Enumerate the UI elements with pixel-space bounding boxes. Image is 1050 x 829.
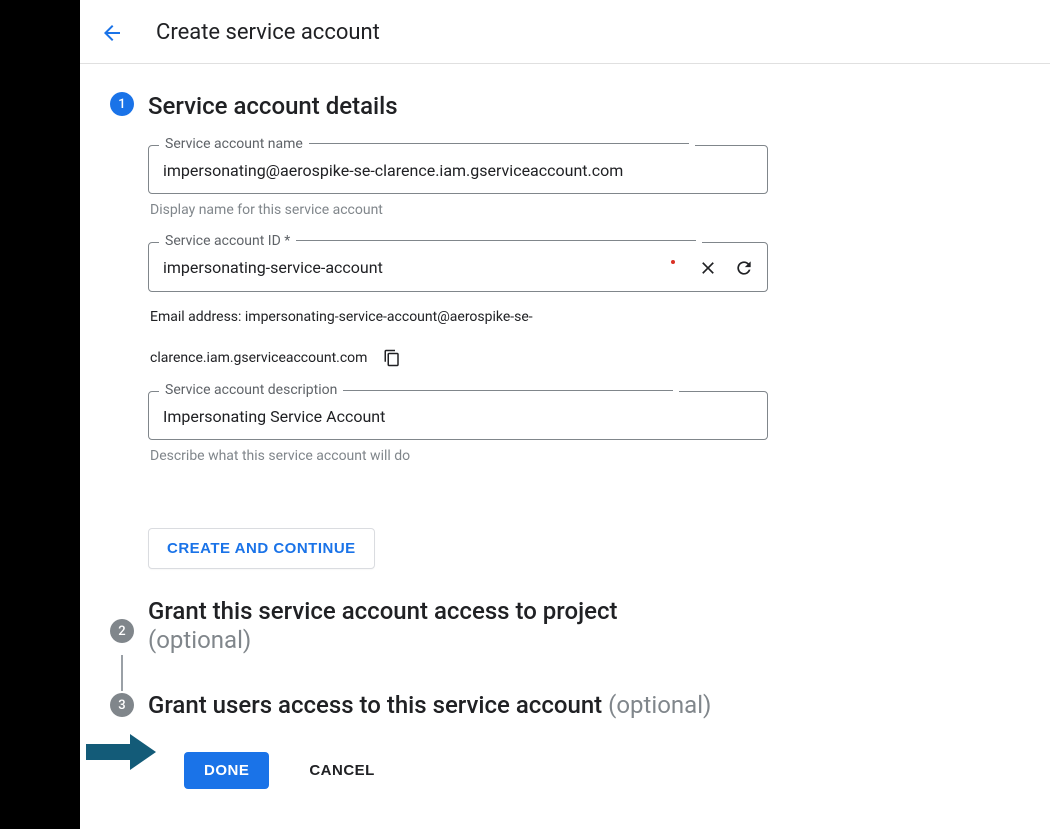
cancel-button[interactable]: CANCEL <box>303 761 381 780</box>
step-1-indicator: 1 <box>110 92 134 116</box>
desc-helper: Describe what this service account will … <box>150 448 768 464</box>
service-account-id-field-wrap: Service account ID * <box>148 242 768 292</box>
page-title: Create service account <box>156 20 380 45</box>
back-button[interactable] <box>100 21 124 45</box>
refresh-id-button[interactable] <box>733 257 755 279</box>
pointer-arrow-icon <box>86 732 158 776</box>
arrow-left-icon <box>100 21 124 45</box>
id-label: Service account ID * <box>165 233 290 249</box>
service-account-name-field-wrap: Service account name <box>148 145 768 194</box>
name-label: Service account name <box>165 136 303 152</box>
create-and-continue-button[interactable]: CREATE AND CONTINUE <box>148 528 375 569</box>
done-button[interactable]: DONE <box>184 752 269 789</box>
copy-icon <box>383 349 401 367</box>
desc-label: Service account description <box>165 382 337 398</box>
email-address-line2: clarence.iam.gserviceaccount.com <box>150 343 367 374</box>
step-2-heading: Grant this service account access to pro… <box>148 597 1026 655</box>
email-address-line1: Email address: impersonating-service-acc… <box>150 302 768 333</box>
name-helper: Display name for this service account <box>150 202 768 218</box>
service-account-description-input[interactable] <box>161 406 755 427</box>
step-3-indicator[interactable]: 3 <box>110 693 134 717</box>
clear-id-button[interactable] <box>697 257 719 279</box>
service-account-id-input[interactable] <box>161 257 671 278</box>
close-icon <box>698 258 718 278</box>
header: Create service account <box>80 0 1050 64</box>
refresh-icon <box>734 258 754 278</box>
left-black-bar <box>0 0 80 829</box>
service-account-description-field-wrap: Service account description <box>148 391 768 440</box>
copy-email-button[interactable] <box>381 347 403 369</box>
step-2-indicator[interactable]: 2 <box>110 619 134 643</box>
step-3-heading: Grant users access to this service accou… <box>148 691 1026 720</box>
indicator-dot-icon <box>671 260 675 264</box>
service-account-name-input[interactable] <box>161 160 755 181</box>
step-1-heading: Service account details <box>148 92 1026 121</box>
